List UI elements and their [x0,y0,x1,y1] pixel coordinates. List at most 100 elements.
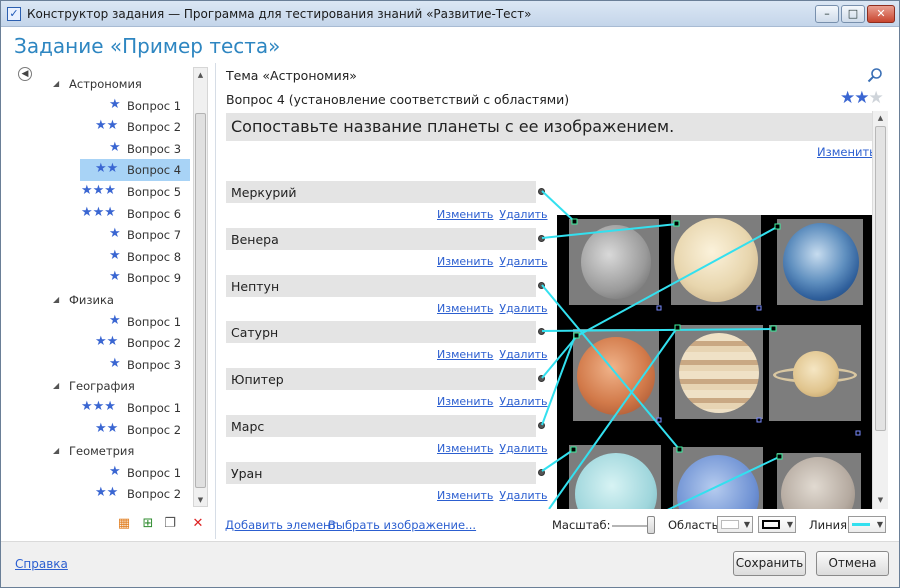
edit-item-link[interactable]: Изменить [437,442,493,455]
match-item[interactable]: Сатурн [226,321,536,344]
edit-question-link[interactable]: Изменить [817,145,876,159]
scale-slider-track[interactable] [612,525,652,527]
save-button[interactable]: Сохранить [733,551,806,576]
image-region-neptune[interactable] [673,447,763,509]
match-item[interactable]: Юпитер [226,368,536,391]
connector-dot[interactable] [538,234,545,242]
difficulty-stars[interactable]: ★★★ [840,88,884,108]
image-region-mars[interactable] [573,329,659,421]
match-item[interactable]: Венера [226,227,536,250]
connector-dot[interactable] [538,422,545,429]
image-area[interactable] [557,215,872,509]
edit-item-link[interactable]: Изменить [437,395,493,408]
question-text[interactable]: Сопоставьте название планеты с ее изобра… [226,113,873,141]
delete-item-link[interactable]: Удалить [499,489,547,502]
tree-question[interactable]: ★ Вопрос 7 [13,225,193,245]
image-region-venus[interactable] [671,215,761,305]
minimize-button[interactable]: – [815,5,839,23]
tree-category[interactable]: ◢ Геометрия [13,441,193,461]
delete-item-link[interactable]: Удалить [499,302,547,315]
area-fill-combo[interactable]: ▼ [717,516,753,533]
expand-triangle-icon[interactable]: ◢ [53,446,59,455]
tree-question[interactable]: ★ Вопрос 3 [13,139,193,159]
maximize-button[interactable]: □ [841,5,865,23]
edit-item-link[interactable]: Изменить [437,489,493,502]
scroll-down-arrow-icon[interactable]: ▼ [194,493,207,507]
image-region-earth[interactable] [777,219,863,305]
delete-item-link[interactable]: Удалить [499,255,547,268]
connector-dot[interactable] [538,468,545,476]
expand-triangle-icon[interactable]: ◢ [53,79,59,88]
tree-scrollbar[interactable]: ▲ ▼ [193,67,208,507]
connector-dot[interactable] [538,188,545,195]
connector-dot[interactable] [538,281,545,289]
delete-item-link[interactable]: Удалить [499,395,547,408]
close-button[interactable]: ✕ [867,5,895,23]
help-link[interactable]: Справка [15,557,68,571]
tree-question[interactable]: ★★★ Вопрос 1 [13,398,193,418]
editor-scroll-up-icon[interactable]: ▲ [874,111,887,125]
image-region-moon[interactable] [777,453,861,509]
scale-slider-thumb[interactable] [647,516,655,534]
tree-question[interactable]: ★ Вопрос 1 [13,96,193,116]
tree-question[interactable]: ★ Вопрос 9 [13,268,193,288]
image-region-jupiter[interactable] [675,325,763,419]
difficulty-star-icon[interactable]: ★ [854,88,869,108]
edit-item-link[interactable]: Изменить [437,208,493,221]
tree-question[interactable]: ★ Вопрос 3 [13,355,193,375]
connector-dot[interactable] [538,328,545,336]
image-region-uranus[interactable] [569,445,661,509]
app-check-icon: ✓ [7,7,21,21]
tree-question[interactable]: ★★ Вопрос 2 [13,484,193,504]
area-label: Область: [668,518,723,532]
tree-question[interactable]: ★★ Вопрос 2 [13,420,193,440]
delete-icon[interactable]: ✕ [191,517,205,531]
match-item[interactable]: Нептун [226,274,536,297]
tree-question[interactable]: ★★★ Вопрос 6 [13,204,193,224]
delete-item-link[interactable]: Удалить [499,208,547,221]
search-icon[interactable] [867,67,883,83]
edit-item-link[interactable]: Изменить [437,348,493,361]
tree-question[interactable]: ★★ Вопрос 2 [13,117,193,137]
add-question-icon[interactable]: ⊞ [141,517,155,531]
choose-image-link[interactable]: Выбрать изображение... [328,518,476,532]
tree-question[interactable]: ★★ Вопрос 2 [13,333,193,353]
tree-question[interactable]: ★ Вопрос 8 [13,247,193,267]
editor-scroll-down-icon[interactable]: ▼ [874,493,887,507]
earth-image [783,223,859,301]
tree-question[interactable]: ★ Вопрос 1 [13,463,193,483]
expand-triangle-icon[interactable]: ◢ [53,295,59,304]
delete-item-link[interactable]: Удалить [499,442,547,455]
tree-category[interactable]: ◢ География [13,376,193,396]
difficulty-star-icon[interactable]: ★ [840,88,855,108]
add-category-icon[interactable]: ▦ [117,517,131,531]
delete-item-link[interactable]: Удалить [499,348,547,361]
connector-dot[interactable] [538,375,545,383]
cancel-button[interactable]: Отмена [816,551,889,576]
match-item[interactable]: Меркурий [226,181,536,203]
match-item[interactable]: Уран [226,461,536,484]
expand-triangle-icon[interactable]: ◢ [53,381,59,390]
copy-icon[interactable]: ❐ [163,517,177,531]
tree-question[interactable]: ★★ Вопрос 4 [13,159,193,182]
panel-splitter[interactable] [215,63,216,539]
match-item[interactable]: Марс [226,415,536,437]
tree-scroll-thumb[interactable] [195,113,206,488]
difficulty-star-icon[interactable]: ★ [869,88,884,108]
add-element-link[interactable]: Добавить элемент [225,518,337,532]
editor-scroll-thumb[interactable] [875,126,886,431]
editor-scrollbar[interactable]: ▲ ▼ [872,111,888,509]
scroll-up-arrow-icon[interactable]: ▲ [194,68,207,82]
line-color-combo[interactable]: ▼ [848,516,886,533]
area-border-combo[interactable]: ▼ [758,516,796,533]
tree-category[interactable]: ◢ Астрономия [13,74,193,94]
image-region-mercury[interactable] [569,219,659,305]
image-region-saturn[interactable] [769,325,861,421]
tree-question[interactable]: ★ Вопрос 1 [13,312,193,332]
tree-question[interactable]: ★★★ Вопрос 5 [13,182,193,202]
tree-category[interactable]: ◢ Физика [13,290,193,310]
edit-item-link[interactable]: Изменить [437,255,493,268]
edit-item-link[interactable]: Изменить [437,302,493,315]
question-label: Вопрос 1 [127,314,182,329]
difficulty-star-icon: ★★ [95,118,119,134]
